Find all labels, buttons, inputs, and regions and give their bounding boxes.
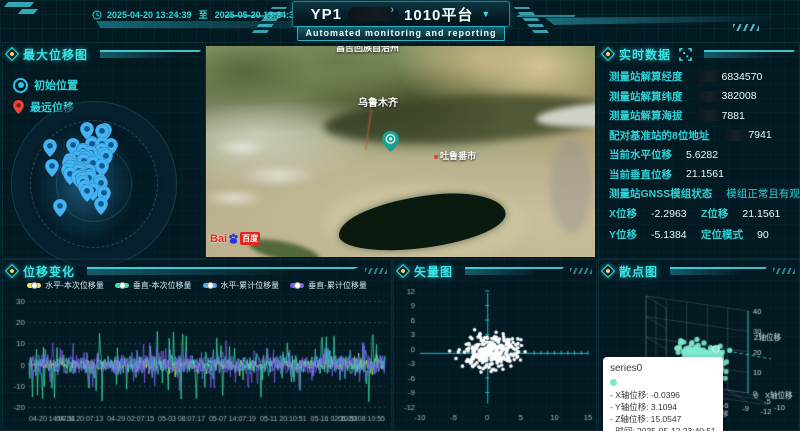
platform-title-dropdown[interactable]: YP1 1010平台 ▼	[292, 1, 510, 27]
panel-max-displacement: 最大位移图 初始位置 最远位移	[2, 42, 206, 259]
realtime-pair: X位移-2.2963	[609, 206, 701, 221]
panel-title: 位移变化	[23, 263, 75, 280]
hatch-deco	[773, 268, 795, 274]
legend-line-icon	[27, 283, 41, 288]
displacement-pin-icon	[94, 197, 108, 215]
realtime-rows: 测量站解算经度6834570测量站解算纬度382008测量站解算海拔7881配对…	[609, 67, 793, 204]
map-label-prefecture: 昌吉回族自治州	[336, 46, 399, 54]
displacement-pin-icon	[53, 199, 67, 217]
chevron-down-icon: ▼	[481, 9, 491, 19]
tooltip-row: - 时间: 2025-05-12 23:40:51	[610, 425, 716, 431]
line-chart-legend: 水平-本次位移量垂直-本次位移量水平-累计位移量垂直-累计位移量	[3, 279, 391, 292]
baidu-logo-text: 百度	[240, 232, 260, 245]
legend-line-icon	[115, 283, 129, 288]
dashboard: 2025-04-20 13:24:39 至 2025-05-20 13:24:3…	[0, 0, 800, 431]
title-line-deco	[670, 267, 767, 275]
title-prefix: YP1	[311, 6, 342, 23]
scan-icon[interactable]	[679, 48, 692, 61]
tooltip-row: - Z轴位移: 15.0547	[610, 413, 716, 425]
legend-item[interactable]: 水平-累计位移量	[203, 280, 280, 291]
clock-icon	[92, 10, 102, 20]
redacted-value	[697, 71, 721, 82]
displacement-pin-icon	[45, 159, 59, 177]
diamond-icon	[601, 47, 615, 61]
baidu-logo: Bai 百度	[210, 232, 260, 245]
map-terrain-grey	[550, 138, 592, 233]
realtime-row: 测量站解算海拔7881	[609, 106, 793, 126]
diamond-icon	[601, 264, 615, 278]
title-suffix: 1010平台	[404, 4, 473, 25]
realtime-pair: Z位移21.1561	[701, 206, 793, 221]
title-line-deco	[87, 267, 359, 275]
legend-item[interactable]: 垂直-本次位移量	[115, 280, 192, 291]
realtime-pairs: X位移-2.2963Z位移21.1561Y位移-5.1384定位模式90	[609, 206, 793, 242]
panel-realtime-data: 实时数据 测量站解算经度6834570测量站解算纬度382008测量站解算海拔7…	[598, 42, 800, 259]
baidu-paw-icon	[228, 233, 239, 244]
realtime-row: 当前垂直位移21.1561	[609, 165, 793, 185]
displacement-pin-icon	[80, 184, 94, 202]
redacted-title-segment	[348, 7, 398, 21]
hatch-deco	[365, 268, 387, 274]
title-line-deco	[465, 267, 564, 275]
legend-item[interactable]: 垂直-累计位移量	[290, 280, 367, 291]
satellite-map[interactable]: 昌吉回族自治州 乌鲁木齐 吐鲁番市 Bai 百度	[206, 46, 595, 257]
hatch-deco	[570, 268, 592, 274]
pin-cluster	[3, 43, 205, 258]
legend-line-icon	[290, 283, 304, 288]
realtime-pair: Y位移-5.1384	[609, 227, 701, 242]
redacted-value	[697, 91, 721, 102]
legend-item[interactable]: 水平-本次位移量	[27, 280, 104, 291]
displacement-pin-icon	[43, 139, 57, 157]
diamond-icon	[5, 264, 19, 278]
tooltip-row: - Y轴位移: 3.1094	[610, 401, 716, 413]
corner-deco	[4, 2, 34, 7]
map-label-turpan: 吐鲁番市	[434, 149, 476, 162]
panel-scatter3d: 散点图 series0 - X轴位移: -0.0396- Y轴位移: 3.109…	[598, 259, 800, 431]
chart-tooltip: series0 - X轴位移: -0.0396- Y轴位移: 3.1094- Z…	[603, 357, 723, 431]
series-dot-icon	[610, 379, 617, 386]
panel-title: 矢量图	[414, 263, 453, 280]
header: 2025-04-20 13:24:39 至 2025-05-20 13:24:3…	[0, 0, 800, 42]
tooltip-row: - X轴位移: -0.0396	[610, 389, 716, 401]
tooltip-rows: - X轴位移: -0.0396- Y轴位移: 3.1094- Z轴位移: 15.…	[610, 389, 716, 431]
panel-title: 实时数据	[619, 46, 671, 63]
header-subtitle: Automated monitoring and reporting	[297, 26, 505, 41]
realtime-row: 配对基准站的8位地址7941	[609, 126, 793, 146]
displacement-line-chart[interactable]	[3, 293, 391, 429]
realtime-row: 当前水平位移5.6282	[609, 145, 793, 165]
map-label-urumqi: 乌鲁木齐	[358, 94, 398, 109]
city-dot	[434, 155, 438, 159]
vector-scatter-chart[interactable]	[394, 279, 596, 429]
time-start: 2025-04-20 13:24:39	[107, 10, 192, 20]
panel-displacement-chart: 位移变化 水平-本次位移量垂直-本次位移量水平-累计位移量垂直-累计位移量	[2, 259, 392, 431]
map-snow-terrain	[206, 114, 346, 226]
diamond-icon	[396, 264, 410, 278]
realtime-row: 测量站GNSS模组状态模组正常且有观测数据	[609, 184, 793, 204]
title-wing-left	[224, 15, 290, 23]
realtime-pair: 定位模式90	[701, 227, 793, 242]
legend-line-icon	[203, 283, 217, 288]
title-line-deco	[704, 50, 795, 58]
hatch-deco	[733, 24, 759, 31]
redacted-value	[723, 130, 747, 141]
time-separator: 至	[199, 8, 208, 21]
corner-deco	[18, 9, 38, 14]
panel-title: 散点图	[619, 263, 658, 280]
map-location-marker[interactable]	[382, 131, 399, 152]
realtime-row: 测量站解算经度6834570	[609, 67, 793, 87]
panel-vector-chart: 矢量图	[393, 259, 597, 431]
redacted-value	[697, 110, 721, 121]
tooltip-series: series0	[610, 362, 716, 377]
realtime-row: 测量站解算纬度382008	[609, 87, 793, 107]
